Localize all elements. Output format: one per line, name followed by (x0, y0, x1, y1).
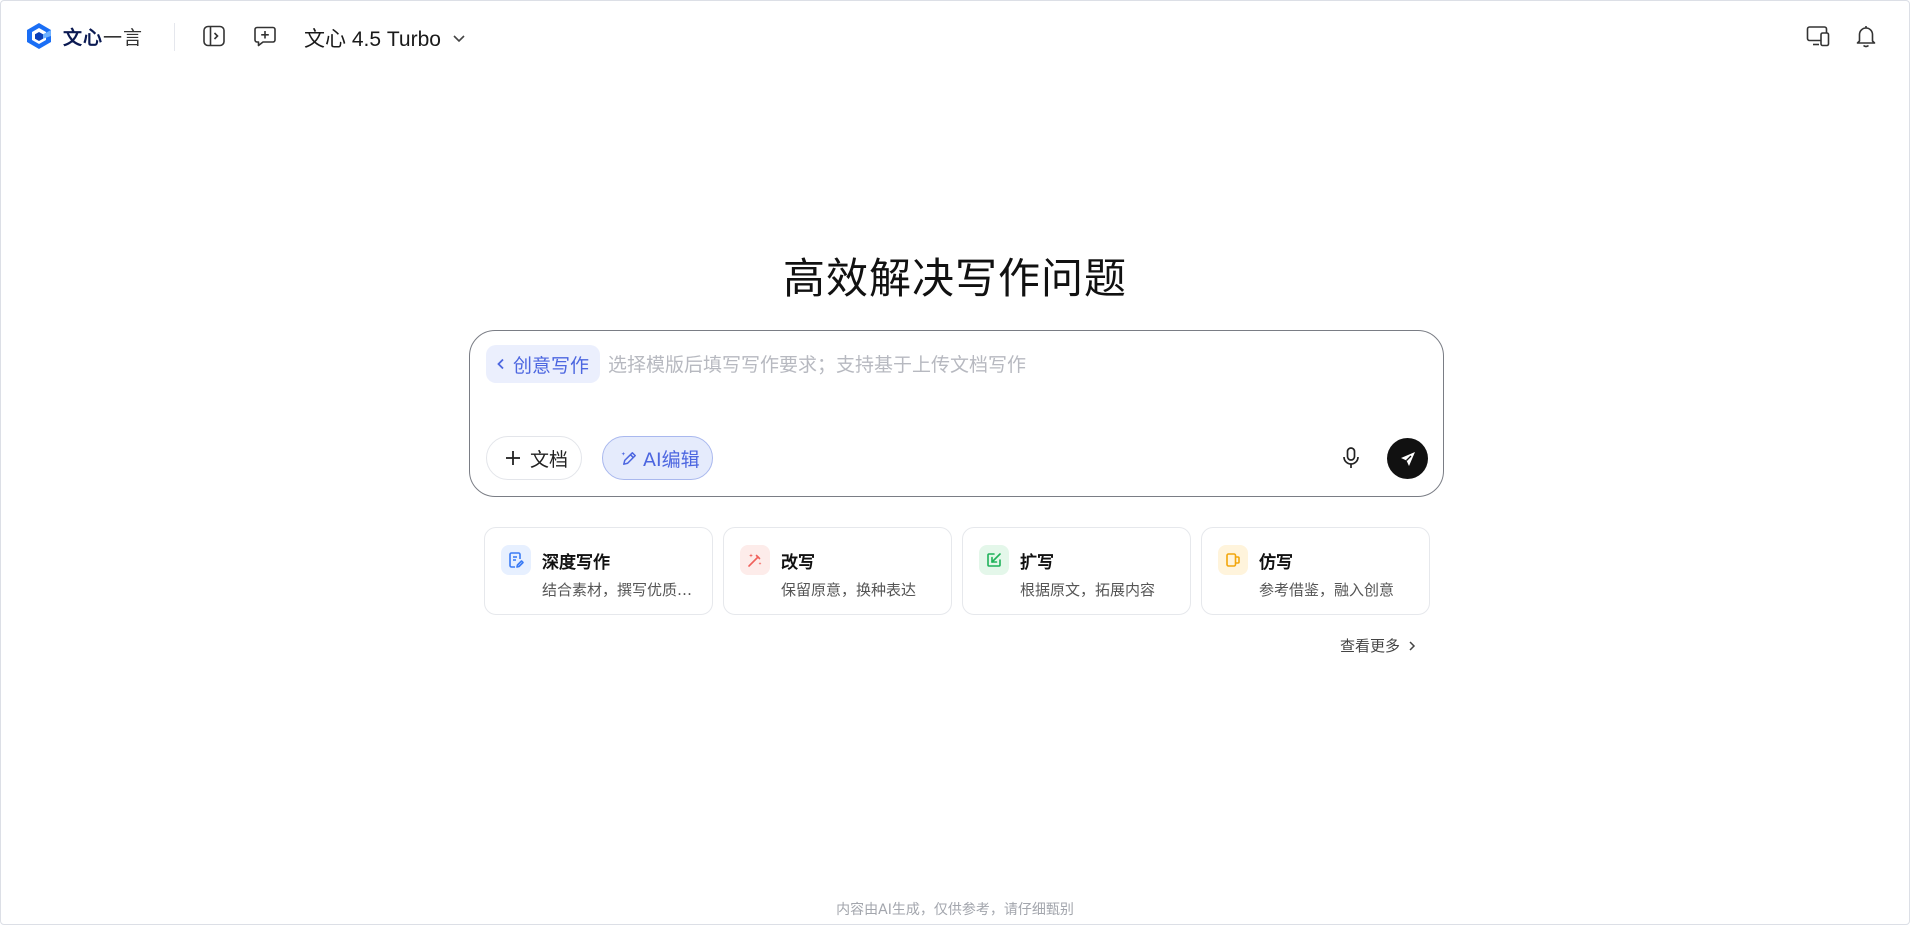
app-window: 文心一言 文心 4.5 Turbo 高效解决写作问题 创意写作 选择模版后填写写… (0, 0, 1910, 925)
see-more-label: 查看更多 (1340, 637, 1401, 655)
card-icon-wrap (740, 545, 770, 575)
template-card-expand[interactable]: 扩写 根据原文，拓展内容 (962, 527, 1191, 615)
card-description: 根据原文，拓展内容 (1020, 581, 1156, 599)
card-title: 扩写 (1020, 553, 1054, 573)
notifications-button[interactable] (1848, 18, 1884, 54)
add-document-button[interactable]: 文档 (486, 436, 582, 480)
header-divider (174, 23, 175, 51)
chevron-left-icon (497, 358, 504, 370)
sidebar-toggle-icon (203, 25, 225, 47)
top-bar: 文心一言 文心 4.5 Turbo (1, 1, 1909, 73)
brand-logo[interactable]: 文心一言 (25, 22, 143, 50)
chevron-right-icon (1409, 640, 1416, 651)
bell-icon (1856, 26, 1876, 48)
writing-mode-label: 创意写作 (513, 354, 590, 377)
template-card-deep-writing[interactable]: 深度写作 结合素材，撰写优质… (484, 527, 713, 615)
card-description: 保留原意，换种表达 (781, 581, 917, 599)
add-document-label: 文档 (530, 448, 569, 471)
send-button[interactable] (1387, 438, 1428, 479)
card-icon-wrap (979, 545, 1009, 575)
send-arrow-icon (1400, 451, 1415, 466)
new-chat-button[interactable] (247, 18, 283, 54)
model-selector-label: 文心 4.5 Turbo (304, 28, 441, 51)
expand-arrow-icon (987, 553, 1001, 567)
ai-edit-button[interactable]: AI编辑 (602, 436, 713, 480)
wenxin-logo-icon (27, 23, 51, 49)
writing-mode-chip[interactable]: 创意写作 (486, 345, 601, 383)
card-title: 仿写 (1259, 553, 1293, 573)
card-icon-wrap (1218, 545, 1248, 575)
card-icon-wrap (501, 545, 531, 575)
ai-disclaimer: 内容由AI生成，仅供参考，请仔细甄别 (836, 902, 1074, 918)
template-card-imitate[interactable]: 仿写 参考借鉴，融入创意 (1201, 527, 1430, 615)
card-description: 参考借鉴，融入创意 (1259, 581, 1395, 599)
prompt-composer: 创意写作 文档 AI编辑 (469, 330, 1444, 497)
document-pen-icon (509, 552, 524, 568)
devices-button[interactable] (1800, 18, 1836, 54)
see-more-link[interactable]: 查看更多 (1340, 635, 1418, 656)
pen-sparkle-icon (621, 451, 636, 465)
microphone-icon (1343, 447, 1359, 468)
ai-edit-label: AI编辑 (643, 448, 700, 471)
devices-icon (1806, 26, 1830, 47)
chevron-down-icon (453, 35, 465, 43)
new-chat-icon (254, 26, 276, 47)
copy-cup-icon (1226, 553, 1240, 567)
brand-name: 文心一言 (63, 26, 144, 49)
card-description: 结合素材，撰写优质… (542, 581, 693, 599)
magic-wand-icon (748, 553, 762, 567)
prompt-input[interactable] (608, 347, 1388, 383)
card-title: 深度写作 (542, 553, 610, 573)
page-title: 高效解决写作问题 (782, 254, 1127, 303)
plus-icon (506, 451, 520, 465)
card-title: 改写 (781, 553, 815, 573)
model-selector[interactable]: 文心 4.5 Turbo (304, 23, 467, 53)
template-card-rewrite[interactable]: 改写 保留原意，换种表达 (723, 527, 952, 615)
voice-input-button[interactable] (1334, 440, 1368, 476)
sidebar-toggle-button[interactable] (196, 18, 232, 54)
